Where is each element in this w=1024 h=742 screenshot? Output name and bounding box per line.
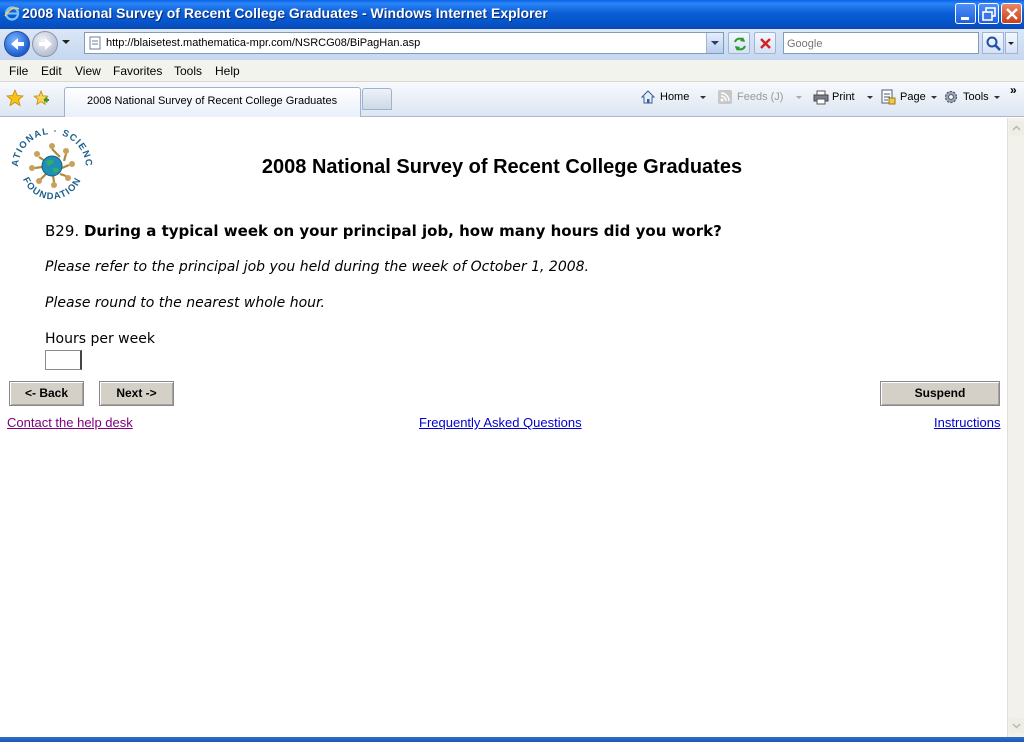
tools-button[interactable]: Tools	[963, 91, 989, 103]
question-number: B29.	[45, 222, 80, 240]
menu-view[interactable]: View	[75, 64, 101, 78]
question-prompt: During a typical week on your principal …	[83, 222, 722, 240]
menu-help[interactable]: Help	[215, 64, 240, 78]
search-options-dropdown[interactable]	[1005, 32, 1018, 54]
suspend-button[interactable]: Suspend	[880, 381, 1000, 406]
refresh-icon	[734, 37, 746, 51]
page-dropdown[interactable]	[931, 96, 937, 99]
restore-button[interactable]	[978, 3, 999, 24]
page-button[interactable]: Page	[900, 91, 926, 103]
gear-icon	[944, 90, 958, 104]
page-title: 2008 National Survey of Recent College G…	[261, 156, 743, 178]
instruction-text-2: Please round to the nearest whole hour.	[45, 295, 325, 311]
recent-pages-dropdown[interactable]	[62, 40, 70, 44]
search-box[interactable]	[783, 32, 979, 54]
toolbar-overflow-chevron[interactable]: »	[1010, 83, 1017, 97]
scroll-up-button[interactable]	[1009, 121, 1024, 136]
home-dropdown[interactable]	[700, 96, 706, 99]
tab-label: 2008 National Survey of Recent College G…	[87, 95, 338, 107]
instruction-text-1: Please refer to the principal job you he…	[45, 259, 589, 275]
menu-favorites[interactable]: Favorites	[113, 64, 162, 78]
menu-bar: File Edit View Favorites Tools Help	[0, 60, 1024, 82]
chevron-down-icon	[1012, 723, 1021, 729]
arrow-left-icon	[11, 38, 24, 50]
arrow-right-icon	[39, 38, 52, 50]
close-button[interactable]	[1001, 3, 1022, 24]
browser-window: 2008 National Survey of Recent College G…	[0, 0, 1024, 742]
window-title: 2008 National Survey of Recent College G…	[22, 5, 548, 21]
address-bar[interactable]: http://blaisetest.mathematica-mpr.com/NS…	[84, 32, 724, 54]
tab-bar: 2008 National Survey of Recent College G…	[0, 82, 1024, 117]
vertical-scrollbar[interactable]	[1007, 118, 1024, 737]
home-icon	[640, 90, 656, 104]
feeds-dropdown[interactable]	[796, 96, 802, 99]
new-tab-button[interactable]	[362, 88, 392, 110]
scroll-down-button[interactable]	[1009, 718, 1024, 733]
minimize-icon	[961, 17, 969, 20]
home-button[interactable]: Home	[660, 91, 689, 103]
print-button[interactable]: Print	[832, 91, 855, 103]
search-input[interactable]	[787, 36, 973, 51]
search-button[interactable]	[982, 32, 1004, 54]
menu-file[interactable]: File	[9, 64, 28, 78]
print-dropdown[interactable]	[867, 96, 873, 99]
svg-text:FOUNDATION: FOUNDATION	[20, 175, 84, 202]
address-dropdown[interactable]	[706, 33, 723, 53]
menu-tools[interactable]: Tools	[174, 64, 202, 78]
taskbar-edge	[0, 737, 1024, 742]
stop-button[interactable]	[754, 32, 776, 54]
print-icon	[813, 90, 829, 105]
instructions-link[interactable]: Instructions	[934, 415, 1000, 430]
page-icon	[881, 89, 896, 105]
title-bar: 2008 National Survey of Recent College G…	[0, 0, 1024, 29]
chevron-up-icon	[1012, 125, 1021, 131]
refresh-button[interactable]	[728, 32, 750, 54]
search-icon	[986, 36, 1001, 51]
feeds-icon	[718, 90, 732, 104]
url-text[interactable]: http://blaisetest.mathematica-mpr.com/NS…	[106, 37, 420, 49]
tab-survey[interactable]: 2008 National Survey of Recent College G…	[64, 87, 361, 117]
help-desk-link[interactable]: Contact the help desk	[7, 415, 133, 430]
internet-explorer-icon	[4, 6, 20, 21]
page-icon	[89, 36, 101, 50]
next-button[interactable]: Next ->	[99, 381, 174, 406]
menu-edit[interactable]: Edit	[41, 64, 62, 78]
feeds-button[interactable]: Feeds (J)	[737, 91, 783, 103]
faq-link[interactable]: Frequently Asked Questions	[419, 415, 582, 430]
browser-back-button[interactable]	[4, 31, 30, 57]
add-favorite-icon[interactable]	[32, 89, 50, 107]
browser-forward-button[interactable]	[32, 31, 58, 57]
favorites-star-icon[interactable]	[6, 89, 24, 107]
page-content: NATIONAL · SCIENCE FOUNDATION 2008 Natio…	[0, 118, 1007, 737]
tools-dropdown[interactable]	[994, 96, 1000, 99]
address-toolbar: http://blaisetest.mathematica-mpr.com/NS…	[0, 29, 1024, 60]
stop-icon	[760, 38, 771, 49]
back-button[interactable]: <- Back	[9, 381, 84, 406]
hours-per-week-input[interactable]	[45, 350, 82, 370]
hours-label: Hours per week	[45, 331, 155, 347]
minimize-button[interactable]	[955, 3, 976, 24]
close-icon	[1006, 8, 1018, 20]
restore-icon	[982, 7, 996, 21]
question-text: B29. During a typical week on your princ…	[45, 222, 722, 240]
